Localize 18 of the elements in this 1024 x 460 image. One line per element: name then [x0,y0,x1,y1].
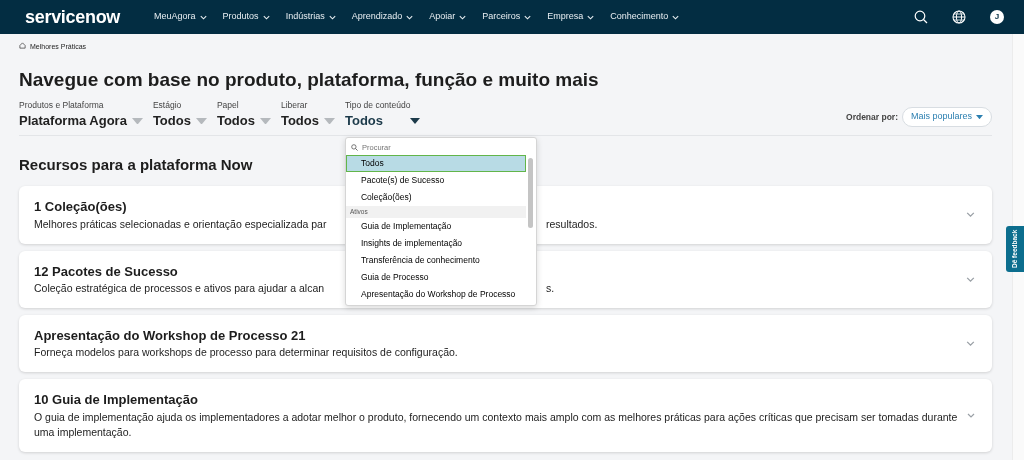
card-title: 1 Coleção(ões) [34,198,127,217]
filter-label: Liberar [280,98,309,112]
filter-label: Estágio [152,98,183,112]
card-description: s. [546,281,555,296]
filter-label: Papel [216,98,240,112]
section-title: Recursos para a plataforma Now [19,154,253,175]
card-title: 10 Guia de Implementação [34,391,198,409]
card-description: O guia de implementação ajuda os implementadores a adotar melhor o produto, fornecendo um contexto mais amplo com as melhores práticas para ações críticas que precisam ser tomadas durante uma implementação. [34,409,959,441]
card-description: Melhores práticas selecionadas e orientação especializada par [34,216,328,232]
card-title: 12 Pacotes de Sucesso [34,262,178,281]
page-title: Navegue com base no produto, plataforma, função e muito mais [19,68,599,92]
sort-label: Ordenar por: [846,110,898,124]
filter-label: Tipo de conteúdo [345,98,412,112]
card-title: Apresentação do Workshop de Processo 21 [34,326,306,345]
card-description: resultados. [546,216,598,232]
filter-label: Produtos e Plataforma [19,98,105,112]
card-description: Coleção estratégica de processos e ativos para ajudar a alcan [34,281,326,296]
card-description: Forneça modelos para workshops de processo para determinar requisitos de configuração. [34,345,458,361]
